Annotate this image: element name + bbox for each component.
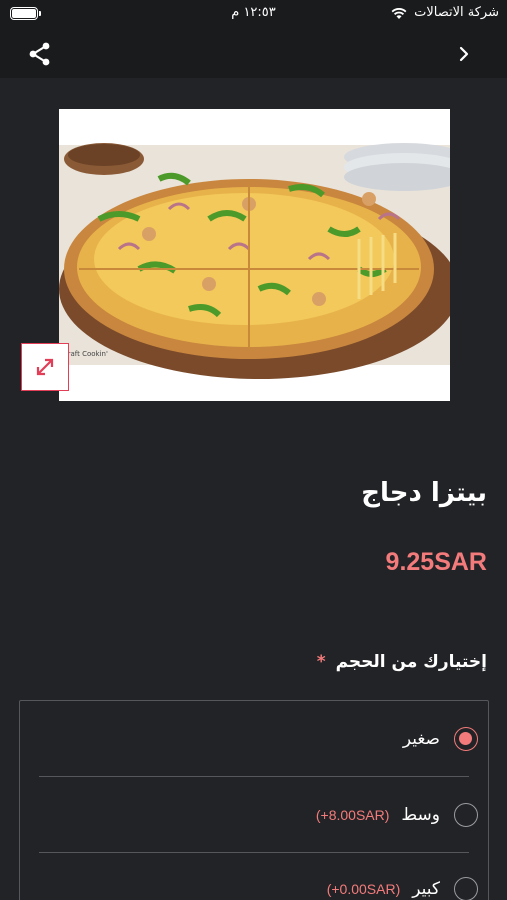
wifi-icon <box>391 7 407 19</box>
option-medium-label: وسط <box>401 805 440 825</box>
option-large-extra: (+0.00SAR) <box>326 881 401 897</box>
status-carrier: شركة الاتصالات <box>390 5 499 20</box>
radio-small[interactable] <box>454 727 478 751</box>
svg-text:Kraft Cookin': Kraft Cookin' <box>63 350 108 358</box>
chevron-right-icon <box>459 46 469 62</box>
option-small[interactable]: صغير <box>38 701 478 777</box>
product-title: بيتزا دجاج <box>361 478 487 508</box>
radio-large[interactable] <box>454 877 478 900</box>
back-button[interactable] <box>457 42 473 66</box>
option-medium[interactable]: وسط (+8.00SAR) <box>38 777 478 853</box>
radio-medium[interactable] <box>454 803 478 827</box>
product-image: Kraft Cookin' <box>59 109 450 401</box>
option-large[interactable]: كبير (+0.00SAR) <box>38 851 478 900</box>
size-options-box: صغير وسط (+8.00SAR) كبير (+0.00SAR) <box>19 700 489 900</box>
size-options-label-text: إختيارك من الحجم <box>335 652 487 672</box>
carrier-label: شركة الاتصالات <box>414 5 499 20</box>
required-mark: * <box>316 652 326 672</box>
option-medium-extra: (+8.00SAR) <box>315 807 390 823</box>
option-large-label: كبير <box>412 879 440 899</box>
share-button[interactable] <box>26 40 54 68</box>
expand-icon <box>36 358 54 376</box>
navigation-bar <box>0 30 507 78</box>
expand-image-button[interactable] <box>21 343 69 391</box>
share-icon <box>29 42 50 66</box>
product-price: 9.25SAR <box>385 548 487 576</box>
option-small-label: صغير <box>402 729 440 749</box>
size-options-label: إختيارك من الحجم * <box>317 652 487 672</box>
status-bar: ١٢:٥٣ م شركة الاتصالات <box>0 0 507 30</box>
